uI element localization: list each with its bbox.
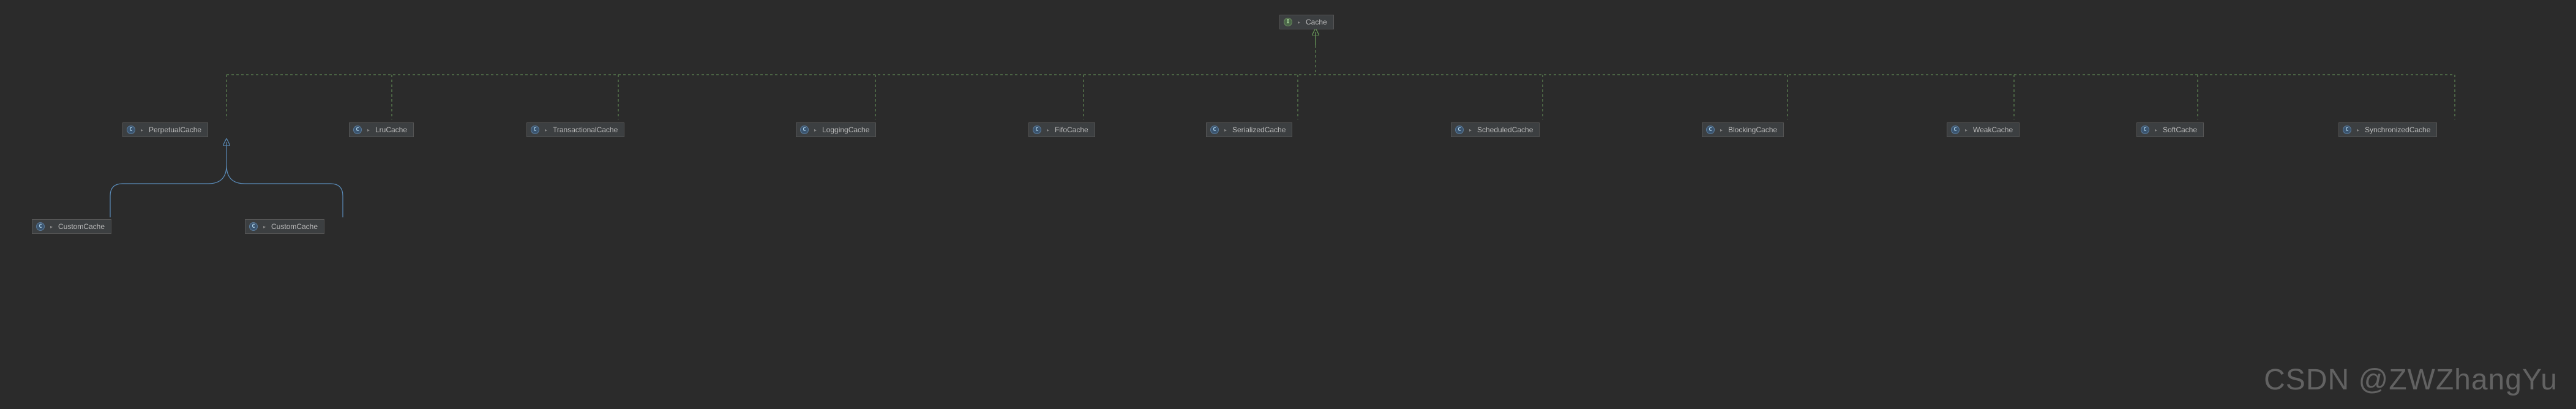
class-icon: C bbox=[127, 126, 135, 134]
marker-icon: ▸ bbox=[365, 127, 372, 133]
watermark-text: CSDN @ZWZhangYu bbox=[2264, 363, 2558, 397]
class-icon: C bbox=[353, 126, 362, 134]
node-label: WeakCache bbox=[1973, 126, 2013, 134]
marker-icon: ▸ bbox=[1222, 127, 1229, 133]
node-custom-cache-1[interactable]: C ▸ CustomCache bbox=[32, 219, 111, 234]
node-label: SerializedCache bbox=[1232, 126, 1286, 134]
node-label: FifoCache bbox=[1055, 126, 1088, 134]
marker-icon: ▸ bbox=[543, 127, 549, 133]
class-icon: C bbox=[531, 126, 539, 134]
marker-icon: ▸ bbox=[812, 127, 818, 133]
node-soft-cache[interactable]: C ▸ SoftCache bbox=[2136, 122, 2204, 137]
class-icon: C bbox=[2141, 126, 2149, 134]
node-lru-cache[interactable]: C ▸ LruCache bbox=[349, 122, 414, 137]
node-transactional-cache[interactable]: C ▸ TransactionalCache bbox=[526, 122, 624, 137]
class-icon: C bbox=[800, 126, 809, 134]
marker-icon: ▸ bbox=[2153, 127, 2159, 133]
node-weak-cache[interactable]: C ▸ WeakCache bbox=[1947, 122, 2020, 137]
marker-icon: ▸ bbox=[1963, 127, 1969, 133]
node-label: SynchronizedCache bbox=[2365, 126, 2430, 134]
node-label: CustomCache bbox=[271, 222, 318, 231]
interface-icon: I bbox=[1284, 18, 1292, 26]
connector-lines bbox=[0, 0, 2576, 409]
node-custom-cache-2[interactable]: C ▸ CustomCache bbox=[245, 219, 324, 234]
class-icon: C bbox=[1033, 126, 1041, 134]
node-fifo-cache[interactable]: C ▸ FifoCache bbox=[1028, 122, 1095, 137]
marker-icon: ▸ bbox=[261, 223, 268, 230]
node-scheduled-cache[interactable]: C ▸ ScheduledCache bbox=[1451, 122, 1540, 137]
node-label: ScheduledCache bbox=[1477, 126, 1533, 134]
class-icon: C bbox=[1706, 126, 1715, 134]
node-label: PerpetualCache bbox=[149, 126, 201, 134]
node-blocking-cache[interactable]: C ▸ BlockingCache bbox=[1702, 122, 1784, 137]
node-cache-interface[interactable]: I ▸ Cache bbox=[1279, 15, 1334, 29]
node-logging-cache[interactable]: C ▸ LoggingCache bbox=[796, 122, 876, 137]
node-label: LoggingCache bbox=[822, 126, 869, 134]
node-label: BlockingCache bbox=[1728, 126, 1777, 134]
class-icon: C bbox=[1951, 126, 1960, 134]
marker-icon: ▸ bbox=[1296, 19, 1302, 25]
marker-icon: ▸ bbox=[2355, 127, 2361, 133]
marker-icon: ▸ bbox=[1467, 127, 1473, 133]
class-icon: C bbox=[1455, 126, 1464, 134]
marker-icon: ▸ bbox=[139, 127, 145, 133]
class-icon: C bbox=[2343, 126, 2351, 134]
node-label: SoftCache bbox=[2163, 126, 2197, 134]
class-icon: C bbox=[36, 222, 45, 231]
node-label: Cache bbox=[1306, 18, 1327, 26]
node-perpetual-cache[interactable]: C ▸ PerpetualCache bbox=[122, 122, 208, 137]
marker-icon: ▸ bbox=[1718, 127, 1724, 133]
class-icon: C bbox=[1210, 126, 1219, 134]
node-synchronized-cache[interactable]: C ▸ SynchronizedCache bbox=[2338, 122, 2437, 137]
class-icon: C bbox=[249, 222, 258, 231]
marker-icon: ▸ bbox=[48, 223, 54, 230]
marker-icon: ▸ bbox=[1045, 127, 1051, 133]
node-serialized-cache[interactable]: C ▸ SerializedCache bbox=[1206, 122, 1292, 137]
node-label: LruCache bbox=[375, 126, 407, 134]
node-label: CustomCache bbox=[58, 222, 105, 231]
node-label: TransactionalCache bbox=[553, 126, 618, 134]
